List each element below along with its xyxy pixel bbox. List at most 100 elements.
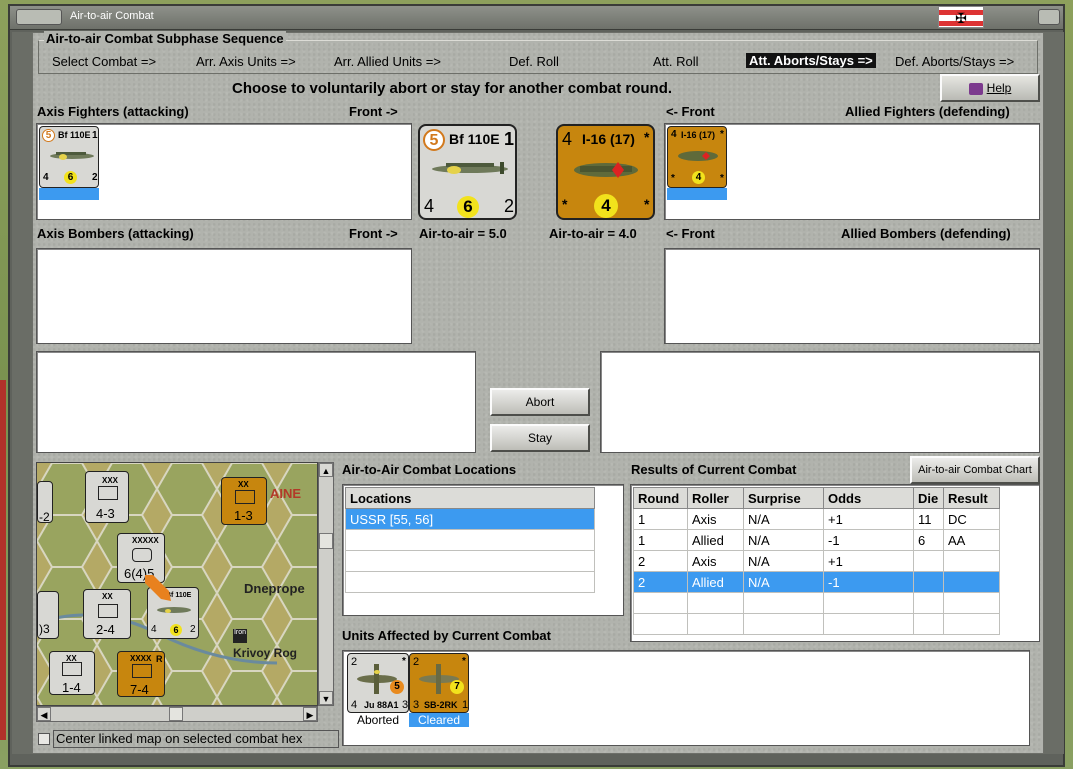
map-vertical-scrollbar[interactable]: ▲ ▼ — [318, 462, 334, 706]
affected-unit-status-selected: Cleared — [409, 713, 469, 727]
abort-button[interactable]: Abort — [490, 388, 590, 416]
scroll-up-arrow-icon[interactable]: ▲ — [319, 463, 333, 477]
axis-bombers-list[interactable] — [36, 248, 412, 344]
scroll-thumb[interactable] — [169, 707, 183, 721]
map-horizontal-scrollbar[interactable]: ◀ ▶ — [36, 706, 318, 722]
allied-bombers-list[interactable] — [664, 248, 1040, 344]
map-counter-edge-1[interactable]: -2 — [37, 481, 53, 523]
results-list[interactable]: Round Roller Surprise Odds Die Result 1A… — [630, 484, 1040, 642]
map-stack-range: 6 — [170, 624, 182, 636]
window-side-right — [1044, 32, 1064, 754]
results-row[interactable] — [633, 613, 1000, 635]
map-counter-value: )3 — [39, 622, 50, 636]
axis-fighter-counter-large: 5 Bf 110E 1 4 6 2 — [418, 124, 517, 220]
allied-fighter-unit-small[interactable]: 4 I-16 (17) * * 4 * — [667, 126, 727, 188]
map-counter-edge-2[interactable]: )3 — [37, 591, 59, 639]
results-row[interactable]: 2 Allied N/A -1 — [633, 571, 1000, 593]
center-map-label[interactable]: Center linked map on selected combat hex — [53, 730, 339, 748]
scroll-right-arrow-icon[interactable]: ▶ — [303, 707, 317, 721]
affected-unit-status: Aborted — [356, 713, 400, 727]
results-col-surprise: Surprise — [743, 487, 824, 509]
large-allied-top-left: 4 — [562, 129, 573, 149]
location-row-empty[interactable] — [345, 571, 595, 593]
center-map-checkbox[interactable] — [38, 733, 50, 745]
location-row-empty[interactable] — [345, 529, 595, 551]
scroll-thumb[interactable] — [319, 533, 333, 549]
stay-button[interactable]: Stay — [490, 424, 590, 452]
map-stack-attack: 4 — [151, 624, 157, 635]
large-unit-defense: 2 — [504, 196, 515, 216]
results-cell: Axis — [687, 508, 744, 530]
large-cost-badge: 5 — [423, 129, 445, 151]
results-cell: N/A — [743, 550, 824, 572]
results-cell — [687, 613, 744, 635]
results-cell: +1 — [823, 550, 914, 572]
seq-step-def-aborts: Def. Aborts/Stays => — [895, 54, 1015, 69]
small-allied-bottom-right: * — [720, 173, 724, 184]
map-counter-value: 7-4 — [130, 682, 149, 697]
results-row[interactable]: 1 Axis N/A +1 11 DC — [633, 508, 1000, 530]
large-allied-top-right: * — [644, 129, 650, 145]
seq-step-select-combat: Select Combat => — [52, 54, 157, 69]
title-bar[interactable] — [10, 6, 1063, 30]
infantry-icon — [98, 604, 118, 618]
location-row-ussr[interactable]: USSR [55, 56] — [345, 508, 595, 530]
axis-fighters-front: Front -> — [349, 104, 398, 119]
map-counter-1-4[interactable]: XX 1-4 — [49, 651, 95, 695]
sequence-title: Air-to-air Combat Subphase Sequence — [44, 31, 286, 46]
unit-name: SB-2RK — [424, 700, 458, 710]
results-cell: DC — [943, 508, 1000, 530]
results-cell: -1 — [823, 529, 914, 551]
scroll-left-arrow-icon[interactable]: ◀ — [37, 707, 51, 721]
scroll-down-arrow-icon[interactable]: ▼ — [319, 691, 333, 705]
results-cell: N/A — [743, 508, 824, 530]
map-counter-value: 4-3 — [96, 506, 115, 521]
axis-fighter-selection — [39, 188, 99, 200]
affected-unit-sb2rk[interactable]: 2 * 7 3 SB-2RK 1 — [409, 653, 469, 713]
map-counter-tag: R — [156, 654, 163, 664]
window-menu-icon[interactable] — [16, 9, 62, 25]
allied-fighters-label: Allied Fighters (defending) — [845, 104, 1010, 119]
map-counter-value: 1-4 — [62, 680, 81, 695]
affected-unit-ju88[interactable]: 2 * 5 4 Ju 88A1 3 — [347, 653, 409, 713]
map-counter-2-4[interactable]: XX 2-4 — [83, 589, 131, 639]
allied-fighters-list[interactable]: 4 I-16 (17) * * 4 * — [664, 123, 1040, 220]
mini-map[interactable]: AINE Dneprope Krivoy Rog Iron -2 XXX 4-3… — [36, 462, 318, 706]
axis-fighter-unit-small[interactable]: 5 Bf 110E 1 4 6 2 — [39, 126, 99, 188]
map-counter-top: XX — [102, 592, 113, 601]
window-close-button[interactable] — [1038, 9, 1060, 25]
help-button[interactable]: Help — [940, 74, 1040, 102]
allied-fighter-selection — [667, 188, 727, 200]
small-allied-name: I-16 (17) — [681, 130, 716, 140]
unit-range: 6 — [64, 171, 77, 184]
results-cell — [943, 592, 1000, 614]
results-cell — [913, 550, 944, 572]
results-row[interactable]: 2 Axis N/A +1 — [633, 550, 1000, 572]
results-row[interactable] — [633, 592, 1000, 614]
unit-name: Bf 110E — [58, 130, 91, 140]
map-counter-7-4[interactable]: XXXX R 7-4 — [117, 651, 165, 697]
affected-units-list[interactable]: 2 * 5 4 Ju 88A1 3 Aborted 2 * 7 3 SB-2RK… — [342, 650, 1030, 746]
location-row-empty[interactable] — [345, 550, 595, 572]
unit-top-right: 1 — [92, 130, 98, 141]
results-cell — [743, 613, 824, 635]
results-row[interactable]: 1 Allied N/A -1 6 AA — [633, 529, 1000, 551]
map-counter-1-3[interactable]: XX 1-3 — [221, 477, 267, 525]
air-combat-chart-button[interactable]: Air-to-air Combat Chart — [910, 456, 1040, 484]
results-col-result: Result — [943, 487, 1000, 509]
cost-badge: 5 — [42, 129, 55, 142]
help-label: Help — [986, 81, 1012, 95]
bf110-plane-icon — [50, 152, 94, 160]
locations-list[interactable]: Locations USSR [55, 56] — [342, 484, 624, 616]
results-cell: 11 — [913, 508, 944, 530]
unit-top-right: * — [402, 656, 406, 667]
unit-range: 7 — [450, 680, 464, 694]
map-counter-4-3[interactable]: XXX 4-3 — [85, 471, 129, 523]
results-cell: AA — [943, 529, 1000, 551]
allied-fighters-front: <- Front — [666, 104, 715, 119]
axis-fighters-list[interactable]: 5 Bf 110E 1 4 6 2 — [36, 123, 412, 220]
results-col-odds: Odds — [823, 487, 914, 509]
results-cell — [943, 550, 1000, 572]
map-label-dnepropetrovsk: Dneprope — [244, 581, 305, 596]
map-stack-defense: 2 — [190, 624, 196, 635]
